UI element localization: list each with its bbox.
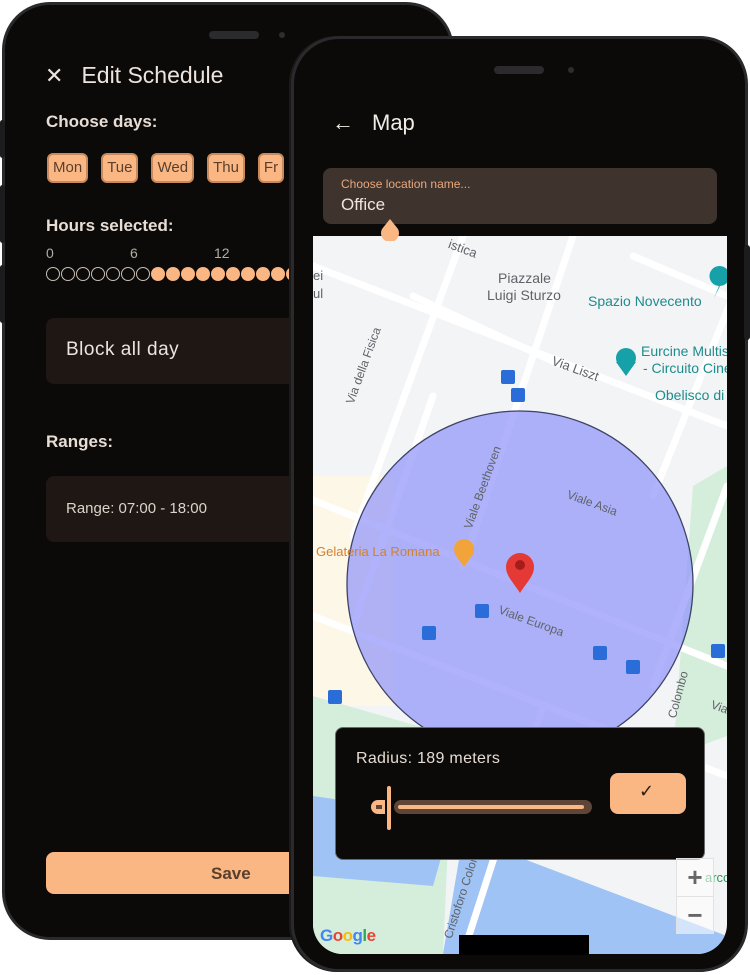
choose-days-label: Choose days: (46, 112, 158, 131)
camera (279, 32, 285, 38)
side-button (744, 245, 750, 340)
hour-dot[interactable] (136, 267, 150, 281)
zoom-in-button[interactable]: + (677, 859, 713, 896)
hour-dot[interactable] (106, 267, 120, 281)
hour-dot[interactable] (166, 267, 180, 281)
save-button[interactable]: Save (46, 852, 296, 894)
range-label: Range: 07:00 - 18:00 (66, 500, 207, 517)
hour-dot[interactable] (211, 267, 225, 281)
location-name-placeholder: Choose location name... (341, 177, 471, 191)
day-chip-fri[interactable]: Fr (257, 153, 285, 183)
close-icon[interactable]: ✕ (45, 64, 63, 87)
slider-track-inner (398, 805, 584, 809)
map-label: - Circuito Cine (643, 360, 727, 376)
map-label: ei (313, 268, 324, 283)
speaker (209, 31, 259, 39)
day-chips: Mon Tue Wed Thu Fr (47, 153, 285, 183)
hour-dot[interactable] (196, 267, 210, 281)
hour-dot[interactable] (61, 267, 75, 281)
zoom-out-button[interactable]: − (677, 896, 713, 934)
camera (568, 67, 574, 73)
map-label: Luigi Sturzo (487, 287, 561, 303)
map-label: Gelateria La Romana (316, 544, 440, 559)
text-cursor-handle[interactable] (380, 219, 400, 241)
day-chip-tue[interactable]: Tue (101, 153, 139, 183)
map-label: Obelisco di (655, 387, 725, 403)
block-all-day-toggle[interactable]: Block all day (46, 318, 296, 384)
side-button (0, 185, 5, 243)
side-button (0, 120, 5, 158)
hour-dot[interactable] (151, 267, 165, 281)
map-zoom-controls: + − (676, 858, 714, 934)
confirm-radius-button[interactable]: ✓ (610, 773, 686, 814)
radius-slider[interactable] (366, 786, 596, 832)
day-chip-thu[interactable]: Thu (207, 153, 245, 183)
range-item[interactable]: Range: 07:00 - 18:00 (46, 476, 296, 542)
location-name-value: Office (341, 195, 386, 214)
side-button (0, 265, 5, 323)
hour-dot[interactable] (271, 267, 285, 281)
map-label: Piazzale (498, 270, 551, 286)
slider-thumb[interactable] (387, 786, 391, 830)
map-label: Spazio Novecento (588, 293, 702, 309)
hour-dot[interactable] (181, 267, 195, 281)
check-icon: ✓ (639, 781, 655, 801)
navigation-bar (459, 935, 589, 955)
google-logo: Google (320, 926, 376, 945)
radius-label: Radius: 189 meters (356, 750, 501, 767)
day-chip-mon[interactable]: Mon (47, 153, 89, 183)
map-label: ul (313, 286, 324, 301)
speaker (494, 66, 544, 74)
hour-tick: 6 (130, 245, 138, 261)
hours-axis: 0 6 12 (46, 245, 306, 263)
hour-dot[interactable] (226, 267, 240, 281)
hour-dot[interactable] (76, 267, 90, 281)
hour-selector (46, 267, 293, 281)
save-label: Save (211, 864, 251, 883)
location-name-input[interactable]: Choose location name... Office (323, 168, 717, 224)
map-label: Eurcine Multis (641, 343, 727, 359)
hour-dot[interactable] (241, 267, 255, 281)
hour-dot[interactable] (121, 267, 135, 281)
hours-selected-label: Hours selected: (46, 216, 174, 235)
slider-stop-indicator (376, 805, 382, 809)
hour-dot[interactable] (256, 267, 270, 281)
day-chip-wed[interactable]: Wed (151, 153, 195, 183)
block-all-day-label: Block all day (66, 339, 180, 360)
schedule-header: ✕ Edit Schedule (45, 62, 223, 89)
hour-tick: 12 (214, 245, 230, 261)
ranges-label: Ranges: (46, 432, 114, 451)
map-header: ← Map (332, 110, 415, 136)
page-title: Edit Schedule (81, 62, 224, 88)
hour-dot[interactable] (46, 267, 60, 281)
hour-dot[interactable] (91, 267, 105, 281)
arrow-left-icon[interactable]: ← (332, 112, 354, 134)
page-title: Map (372, 110, 415, 135)
radius-card: Radius: 189 meters ✓ (335, 727, 705, 860)
hour-tick: 0 (46, 245, 54, 261)
